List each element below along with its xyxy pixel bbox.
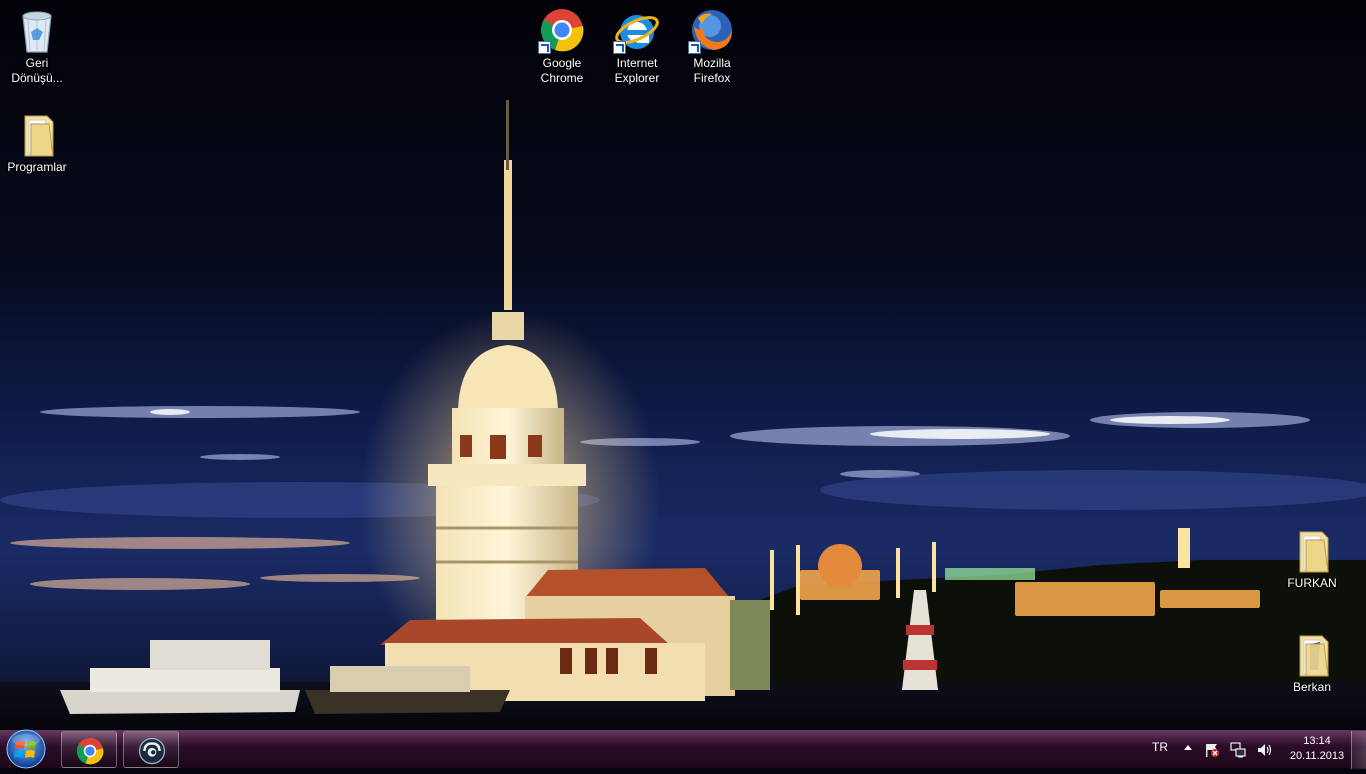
volume-icon[interactable] bbox=[1256, 742, 1272, 758]
windows-logo-icon bbox=[6, 729, 46, 769]
folder-icon bbox=[1288, 526, 1336, 574]
firefox-icon bbox=[688, 6, 736, 54]
taskbar-button-chrome[interactable] bbox=[61, 731, 117, 768]
clock[interactable]: 13:14 20.11.2013 bbox=[1282, 734, 1352, 764]
taskbar-button-teamspeak[interactable] bbox=[123, 731, 179, 768]
folder-icon bbox=[13, 110, 61, 158]
shortcut-arrow-icon bbox=[613, 41, 626, 54]
desktop-icon-furkan[interactable]: FURKAN bbox=[1275, 520, 1349, 591]
start-button[interactable] bbox=[3, 728, 49, 770]
shortcut-arrow-icon bbox=[538, 41, 551, 54]
desktop-icon-label: FURKAN bbox=[1287, 576, 1337, 590]
internet-explorer-icon bbox=[613, 6, 661, 54]
chrome-icon bbox=[76, 737, 104, 765]
show-hidden-icons-chevron-icon[interactable] bbox=[1184, 745, 1192, 750]
desktop-icon-internet-explorer[interactable]: Internet Explorer bbox=[600, 0, 674, 86]
action-center-flag-icon[interactable] bbox=[1204, 742, 1220, 758]
folder-icon bbox=[1288, 630, 1336, 678]
clock-time: 13:14 bbox=[1303, 735, 1331, 747]
desktop-icon-programlar[interactable]: Programlar bbox=[0, 104, 74, 175]
desktop-icon-label: Geri Dönüşü... bbox=[11, 56, 63, 85]
system-tray: TR 13:14 20.11.2013 bbox=[1136, 731, 1366, 769]
teamspeak-icon bbox=[138, 737, 166, 765]
desktop-icon-berkan[interactable]: Berkan bbox=[1275, 624, 1349, 695]
desktop-icon-label: Berkan bbox=[1292, 680, 1332, 694]
chrome-icon bbox=[538, 6, 586, 54]
desktop-icon-recycle-bin[interactable]: Geri Dönüşü... bbox=[0, 0, 74, 86]
show-desktop-button[interactable] bbox=[1351, 731, 1366, 769]
desktop-icon-label: Mozilla Firefox bbox=[693, 56, 731, 85]
network-icon[interactable] bbox=[1230, 742, 1246, 758]
desktop-icon-label: Google Chrome bbox=[540, 56, 584, 85]
desktop-icon-mozilla-firefox[interactable]: Mozilla Firefox bbox=[675, 0, 749, 86]
desktop-icon-google-chrome[interactable]: Google Chrome bbox=[525, 0, 599, 86]
language-indicator[interactable]: TR bbox=[1152, 740, 1168, 754]
desktop-wallpaper bbox=[0, 0, 1366, 730]
clock-date: 20.11.2013 bbox=[1289, 750, 1345, 762]
recycle-bin-icon bbox=[13, 6, 61, 54]
shortcut-arrow-icon bbox=[688, 41, 701, 54]
desktop-icon-label: Internet Explorer bbox=[614, 56, 660, 85]
desktop-icon-label: Programlar bbox=[7, 160, 67, 174]
taskbar: TR 13:14 20.11.2013 bbox=[0, 728, 1366, 770]
